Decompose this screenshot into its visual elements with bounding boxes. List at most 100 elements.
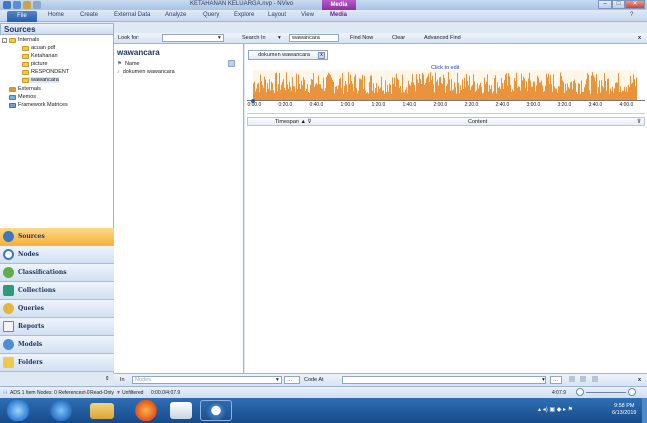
waveform-bar xyxy=(405,89,406,100)
look-for-input[interactable] xyxy=(162,34,224,42)
ie-taskbar-icon[interactable] xyxy=(45,400,77,421)
help-icon[interactable]: ? xyxy=(630,12,633,18)
waveform-bar xyxy=(358,90,359,100)
tree-item-memos[interactable]: Memos xyxy=(9,94,36,100)
waveform-bar xyxy=(465,87,466,100)
redo-icon[interactable] xyxy=(33,1,41,9)
app-icon xyxy=(3,1,11,9)
document-tab[interactable]: dokumen wawancara x xyxy=(248,50,328,60)
waveform-bar xyxy=(309,92,310,100)
waveform-bar xyxy=(634,79,635,100)
nav-classifications[interactable]: Classifications xyxy=(0,264,114,282)
advanced-find-button[interactable]: Advanced Find xyxy=(424,35,461,41)
tree-item-respondent[interactable]: RESPONDENT xyxy=(22,69,69,75)
tab-view[interactable]: View xyxy=(301,12,314,18)
tab-create[interactable]: Create xyxy=(80,12,98,18)
tree-item-ketahanan[interactable]: Ketahanan xyxy=(22,53,58,59)
timespan-column[interactable]: Timespan ▲ ⊽ xyxy=(275,119,311,125)
waveform-bar xyxy=(420,79,421,100)
waveform-bar xyxy=(567,83,568,100)
close-window-button[interactable]: ✕ xyxy=(625,0,645,9)
tree-item-internals[interactable]: - Internals xyxy=(2,37,39,43)
waveform-bar xyxy=(525,87,526,100)
nvivo-taskbar-icon[interactable] xyxy=(200,400,232,421)
timeline-scrollbar[interactable] xyxy=(247,110,645,114)
code-at-browse-button[interactable]: … xyxy=(550,376,562,384)
waveform-bar xyxy=(331,77,332,100)
code-at-dropdown-icon[interactable]: ▾ xyxy=(542,377,545,383)
tab-layout[interactable]: Layout xyxy=(268,12,286,18)
minimize-button[interactable]: – xyxy=(598,0,612,9)
zoom-out-icon[interactable] xyxy=(576,388,584,396)
clock[interactable]: 9:58 PM 6/13/2019 xyxy=(612,403,636,417)
show-desktop-button[interactable] xyxy=(642,398,647,423)
content-filter-icon[interactable]: ⊽ xyxy=(637,119,641,125)
tab-media[interactable]: Media xyxy=(330,12,347,18)
waveform-bar xyxy=(483,92,484,100)
zoom-in-icon[interactable] xyxy=(628,388,636,396)
audio-waveform[interactable] xyxy=(253,70,637,100)
nav-sources[interactable]: Sources xyxy=(0,228,114,246)
column-chooser-icon[interactable] xyxy=(228,60,235,67)
tray-icons[interactable]: ▴ ◂) ▣ ◆ ▸ ⚑ xyxy=(538,406,573,413)
file-tab[interactable]: File xyxy=(7,11,37,22)
clear-button[interactable]: Clear xyxy=(392,35,405,41)
waveform-bar xyxy=(375,87,376,100)
tab-analyze[interactable]: Analyze xyxy=(165,12,186,18)
bar-toggle-icon[interactable]: ⇕ xyxy=(105,376,110,382)
tree-item-framework-matrices[interactable]: Framework Matrices xyxy=(9,102,68,108)
tree-item-acuan-pdf[interactable]: acuan pdf xyxy=(22,45,55,51)
tree-item-wawancara[interactable]: wawancara xyxy=(22,77,59,83)
collapse-icon[interactable]: - xyxy=(2,37,7,43)
search-in-dropdown-icon[interactable]: ▾ xyxy=(278,35,281,41)
code-icon[interactable] xyxy=(569,376,575,382)
playhead-marker[interactable] xyxy=(251,99,255,103)
in-select[interactable]: Nodes xyxy=(132,376,282,384)
content-column[interactable]: Content xyxy=(468,119,487,125)
zoom-slider[interactable] xyxy=(572,388,636,396)
nav-nodes[interactable]: Nodes xyxy=(0,246,114,264)
browse-button[interactable]: … xyxy=(284,376,300,384)
save-icon[interactable] xyxy=(13,1,21,9)
waveform-bar xyxy=(538,77,539,100)
waveform-bar xyxy=(307,84,308,100)
code-options-icon[interactable] xyxy=(592,376,598,382)
code-at-input[interactable] xyxy=(342,376,546,384)
maximize-button[interactable]: □ xyxy=(612,0,625,9)
nav-collections[interactable]: Collections xyxy=(0,282,114,300)
tab-query[interactable]: Query xyxy=(203,12,219,18)
waveform-bar xyxy=(492,93,493,100)
tab-external-data[interactable]: External Data xyxy=(114,12,150,18)
filter-icon[interactable]: ⊽ xyxy=(307,119,311,125)
tree-item-picture[interactable]: picture xyxy=(22,61,48,67)
close-tab-icon[interactable]: x xyxy=(318,52,325,59)
start-button[interactable] xyxy=(3,400,33,421)
waveform-bar xyxy=(288,88,289,100)
search-in-field[interactable]: wawancara xyxy=(289,34,339,42)
nav-folders[interactable]: Folders xyxy=(0,354,114,372)
tab-explore[interactable]: Explore xyxy=(234,12,254,18)
firefox-taskbar-icon[interactable] xyxy=(130,400,162,421)
document-taskbar-icon[interactable] xyxy=(170,402,192,419)
nav-queries[interactable]: Queries xyxy=(0,300,114,318)
close-find-icon[interactable]: x xyxy=(638,35,641,41)
waveform-bar xyxy=(607,79,608,100)
waveform-bar xyxy=(285,90,286,100)
models-icon xyxy=(3,339,14,350)
in-dropdown-icon[interactable]: ▾ xyxy=(276,377,279,383)
nav-models[interactable]: Models xyxy=(0,336,114,354)
tab-home[interactable]: Home xyxy=(48,12,64,18)
waveform-bar xyxy=(608,78,609,100)
uncode-icon[interactable] xyxy=(580,376,586,382)
zoom-track[interactable] xyxy=(586,392,626,393)
look-for-dropdown-icon[interactable]: ▾ xyxy=(218,35,221,41)
list-item[interactable]: ♪ dokumen wawancara xyxy=(117,69,175,75)
tree-item-externals[interactable]: Externals xyxy=(9,86,41,92)
undo-icon[interactable] xyxy=(23,1,31,9)
waveform-bar xyxy=(582,91,583,100)
nav-reports[interactable]: Reports xyxy=(0,318,114,336)
close-bar-icon[interactable]: x xyxy=(638,377,641,383)
list-column-header[interactable]: ⚑ Name xyxy=(117,60,241,68)
explorer-taskbar-icon[interactable] xyxy=(90,403,114,419)
find-now-button[interactable]: Find Now xyxy=(350,35,373,41)
